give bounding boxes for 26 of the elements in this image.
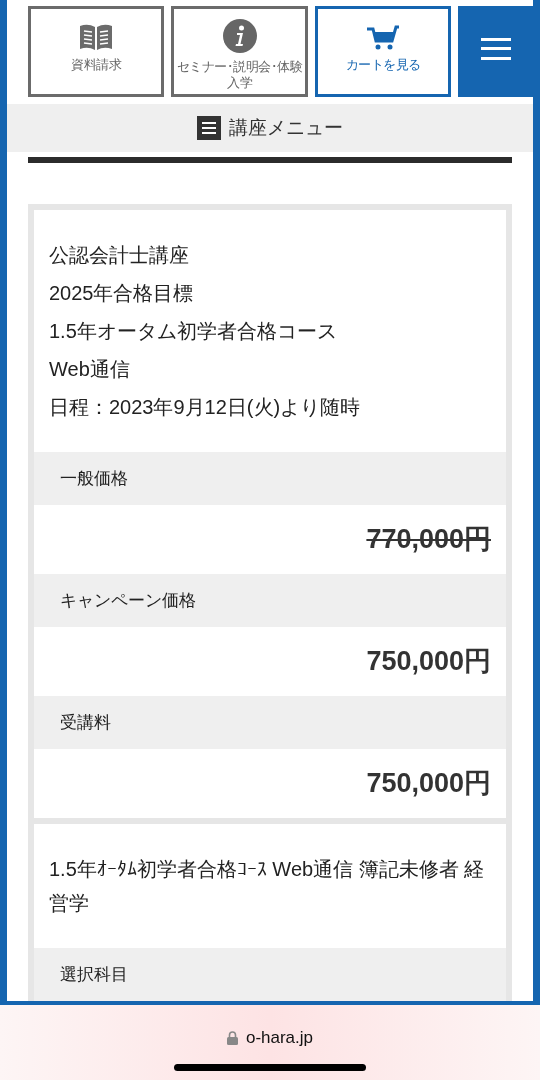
price-value: 750,000円 xyxy=(366,767,491,801)
url-text[interactable]: o-hara.jp xyxy=(245,1025,314,1051)
cart-button[interactable]: カートを見る xyxy=(314,6,452,97)
book-icon xyxy=(79,23,114,51)
course-title: 1.5年オータム初学者合格コース xyxy=(49,319,338,344)
cart-icon xyxy=(365,23,402,51)
course-menu-bar[interactable]: 講座メニュー xyxy=(7,104,533,153)
menu-button[interactable] xyxy=(458,6,533,97)
menu-icon xyxy=(480,38,511,60)
course-title: 日程：2023年9月12日(火)より随時 xyxy=(49,395,362,420)
course-title: Web通信 xyxy=(49,357,131,382)
lock-icon xyxy=(226,1030,238,1045)
brochure-button[interactable]: 資料請求 xyxy=(28,6,165,97)
seminar-button[interactable]: セミナー･説明会･体験入学 xyxy=(171,6,308,97)
price-value: 770,000円 xyxy=(366,523,491,557)
price-value: 750,000円 xyxy=(366,645,491,679)
price-label: 選択科目 xyxy=(60,963,128,986)
course-title: 公認会計士講座 xyxy=(49,243,190,268)
info-icon xyxy=(222,19,257,53)
price-label: 一般価格 xyxy=(60,467,128,490)
course-title: 1.5年ｵｰﾀﾑ初学者合格ｺｰｽ Web通信 簿記未修者 経営学 xyxy=(49,857,486,916)
course-menu-label: 講座メニュー xyxy=(229,115,343,140)
price-label: キャンペーン価格 xyxy=(60,589,196,612)
course-title: 2025年合格目標 xyxy=(49,281,195,306)
price-label: 受講料 xyxy=(60,711,111,734)
menu-icon xyxy=(197,116,221,141)
